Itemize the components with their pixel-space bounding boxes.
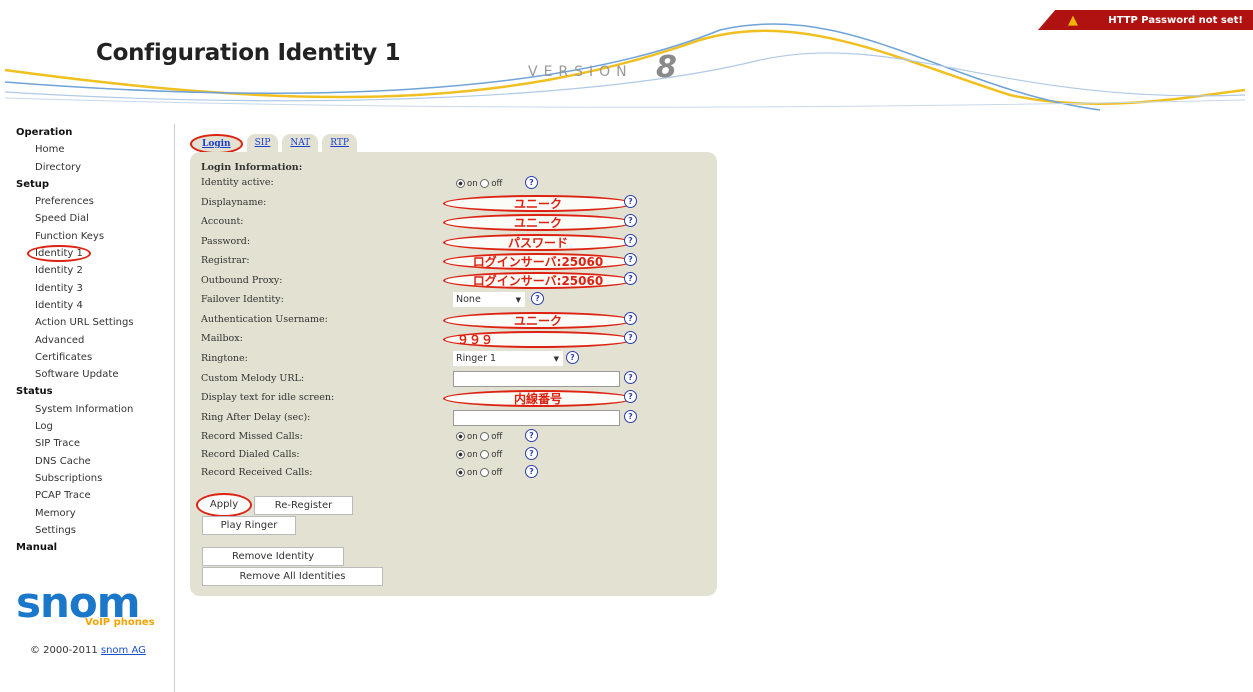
sidebar-divider bbox=[174, 124, 175, 692]
label-ringtone: Ringtone: bbox=[201, 353, 248, 364]
re-register-button[interactable]: Re-Register bbox=[254, 496, 353, 515]
label-dialed-calls: Record Dialed Calls: bbox=[201, 449, 300, 460]
sidebar-item-software-update[interactable]: Software Update bbox=[16, 366, 176, 383]
sidebar-section-status[interactable]: Status bbox=[16, 383, 176, 400]
help-icon[interactable]: ? bbox=[624, 371, 637, 384]
account-field[interactable]: ユニーク bbox=[443, 214, 633, 231]
help-icon[interactable]: ? bbox=[525, 176, 538, 189]
sidebar-item-advanced[interactable]: Advanced bbox=[16, 332, 176, 349]
sidebar-item-action-url[interactable]: Action URL Settings bbox=[16, 314, 176, 331]
remove-identity-button[interactable]: Remove Identity bbox=[202, 547, 344, 566]
remove-all-identities-button[interactable]: Remove All Identities bbox=[202, 567, 383, 586]
label-identity-active: Identity active: bbox=[201, 177, 274, 188]
sidebar-item-certificates[interactable]: Certificates bbox=[16, 349, 176, 366]
idle-text-field[interactable]: 内線番号 bbox=[443, 390, 633, 407]
sidebar-item-memory[interactable]: Memory bbox=[16, 505, 176, 522]
mailbox-field[interactable]: ９９９ bbox=[443, 331, 633, 348]
version-number: 8 bbox=[656, 50, 677, 85]
sidebar-item-subscriptions[interactable]: Subscriptions bbox=[16, 470, 176, 487]
sidebar-item-identity-3[interactable]: Identity 3 bbox=[16, 280, 176, 297]
help-icon[interactable]: ? bbox=[531, 292, 544, 305]
play-ringer-button[interactable]: Play Ringer bbox=[202, 516, 296, 535]
help-icon[interactable]: ? bbox=[525, 447, 538, 460]
help-icon[interactable]: ? bbox=[624, 312, 637, 325]
help-icon[interactable]: ? bbox=[525, 465, 538, 478]
sidebar-section-setup[interactable]: Setup bbox=[16, 176, 176, 193]
tab-bar: Login SIP NAT RTP bbox=[190, 134, 357, 154]
sidebar-item-speed-dial[interactable]: Speed Dial bbox=[16, 210, 176, 227]
label-outbound-proxy: Outbound Proxy: bbox=[201, 275, 283, 286]
sidebar-item-system-info[interactable]: System Information bbox=[16, 401, 176, 418]
outbound-proxy-field[interactable]: ログインサーバ:25060 bbox=[443, 272, 633, 289]
registrar-field[interactable]: ログインサーバ:25060 bbox=[443, 253, 633, 270]
label-ring-after: Ring After Delay (sec): bbox=[201, 412, 311, 423]
warning-text: HTTP Password not set! bbox=[1108, 14, 1243, 26]
label-displayname: Displayname: bbox=[201, 197, 267, 208]
auth-username-field[interactable]: ユニーク bbox=[443, 312, 633, 329]
label-idle-text: Display text for idle screen: bbox=[201, 392, 335, 403]
tab-sip[interactable]: SIP bbox=[246, 134, 279, 154]
label-mailbox: Mailbox: bbox=[201, 333, 243, 344]
snom-ag-link[interactable]: snom AG bbox=[101, 645, 146, 656]
sidebar-item-home[interactable]: Home bbox=[16, 141, 176, 158]
sidebar-item-function-keys[interactable]: Function Keys bbox=[16, 228, 176, 245]
failover-select[interactable]: None ▼ bbox=[453, 292, 525, 307]
ringtone-select[interactable]: Ringer 1 ▼ bbox=[453, 351, 563, 366]
sidebar-item-label: Identity 1 bbox=[27, 245, 91, 263]
sidebar-item-identity-2[interactable]: Identity 2 bbox=[16, 262, 176, 279]
sidebar: Operation Home Directory Setup Preferenc… bbox=[16, 124, 176, 556]
help-icon[interactable]: ? bbox=[624, 195, 637, 208]
password-field[interactable]: パスワード bbox=[443, 234, 633, 251]
sidebar-item-settings[interactable]: Settings bbox=[16, 522, 176, 539]
sidebar-item-identity-4[interactable]: Identity 4 bbox=[16, 297, 176, 314]
sidebar-section-manual[interactable]: Manual bbox=[16, 539, 176, 556]
page-title: Configuration Identity 1 bbox=[96, 40, 401, 66]
copyright-text: © 2000-2011 bbox=[30, 645, 101, 656]
label-registrar: Registrar: bbox=[201, 255, 250, 266]
sidebar-item-directory[interactable]: Directory bbox=[16, 159, 176, 176]
label-received-calls: Record Received Calls: bbox=[201, 467, 313, 478]
tab-login[interactable]: Login bbox=[190, 134, 243, 154]
apply-button[interactable]: Apply bbox=[196, 493, 252, 517]
label-auth-username: Authentication Username: bbox=[201, 314, 328, 325]
login-heading: Login Information: bbox=[201, 162, 303, 173]
sidebar-section-operation[interactable]: Operation bbox=[16, 124, 176, 141]
label-missed-calls: Record Missed Calls: bbox=[201, 431, 303, 442]
sidebar-item-pcap-trace[interactable]: PCAP Trace bbox=[16, 487, 176, 504]
received-calls-radio[interactable]: on off bbox=[456, 468, 502, 478]
version-label: VERSION bbox=[528, 64, 633, 80]
tab-nat[interactable]: NAT bbox=[282, 134, 319, 154]
help-icon[interactable]: ? bbox=[624, 331, 637, 344]
help-icon[interactable]: ? bbox=[624, 253, 637, 266]
sidebar-item-preferences[interactable]: Preferences bbox=[16, 193, 176, 210]
help-icon[interactable]: ? bbox=[525, 429, 538, 442]
label-failover: Failover Identity: bbox=[201, 294, 284, 305]
logo-subtitle: VoIP phones bbox=[85, 617, 155, 628]
sidebar-item-sip-trace[interactable]: SIP Trace bbox=[16, 435, 176, 452]
tab-rtp[interactable]: RTP bbox=[322, 134, 357, 154]
label-password: Password: bbox=[201, 236, 251, 247]
help-icon[interactable]: ? bbox=[624, 390, 637, 403]
displayname-field[interactable]: ユニーク bbox=[443, 195, 633, 212]
dialed-calls-radio[interactable]: on off bbox=[456, 450, 502, 460]
sidebar-item-log[interactable]: Log bbox=[16, 418, 176, 435]
help-icon[interactable]: ? bbox=[566, 351, 579, 364]
sidebar-item-identity-1[interactable]: Identity 1 bbox=[16, 245, 176, 263]
help-icon[interactable]: ? bbox=[624, 410, 637, 423]
copyright: © 2000-2011 snom AG bbox=[30, 645, 146, 656]
ring-after-input[interactable] bbox=[453, 410, 620, 426]
label-custom-melody: Custom Melody URL: bbox=[201, 373, 305, 384]
http-password-warning[interactable]: ▲ HTTP Password not set! bbox=[1038, 10, 1253, 30]
warning-icon: ▲ bbox=[1068, 13, 1078, 28]
help-icon[interactable]: ? bbox=[624, 214, 637, 227]
help-icon[interactable]: ? bbox=[624, 234, 637, 247]
identity-active-radio[interactable]: on off bbox=[456, 179, 502, 189]
custom-melody-input[interactable] bbox=[453, 371, 620, 387]
label-account: Account: bbox=[201, 216, 244, 227]
missed-calls-radio[interactable]: on off bbox=[456, 432, 502, 442]
help-icon[interactable]: ? bbox=[624, 272, 637, 285]
sidebar-item-dns-cache[interactable]: DNS Cache bbox=[16, 453, 176, 470]
